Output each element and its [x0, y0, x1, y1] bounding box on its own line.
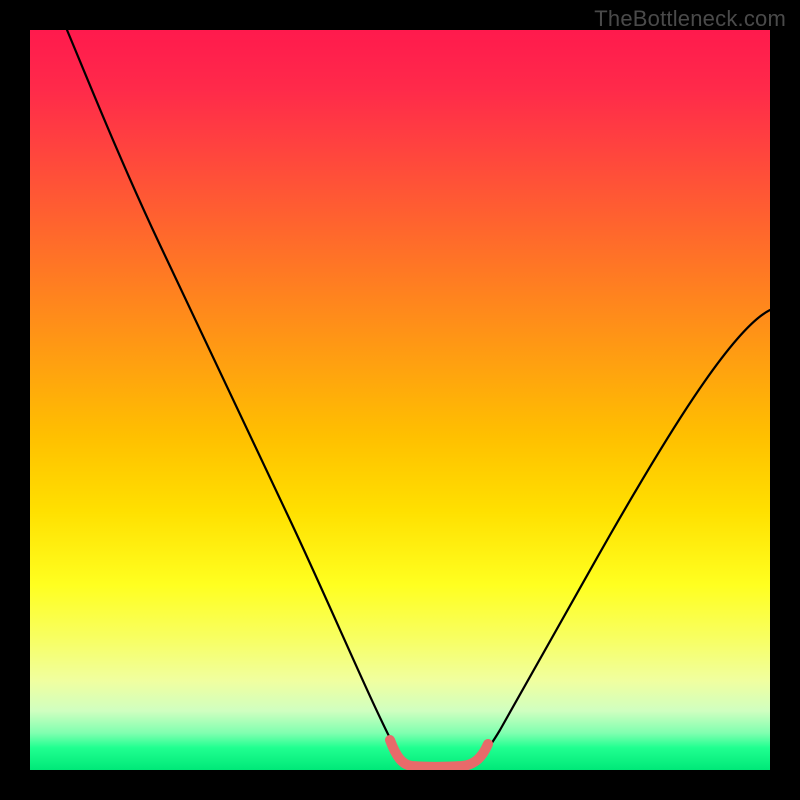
attribution-text: TheBottleneck.com — [594, 6, 786, 32]
curve-layer — [30, 30, 770, 770]
chart-frame: TheBottleneck.com — [0, 0, 800, 800]
optimal-zone-marker — [390, 740, 488, 767]
bottleneck-curve — [67, 30, 770, 766]
plot-area — [30, 30, 770, 770]
